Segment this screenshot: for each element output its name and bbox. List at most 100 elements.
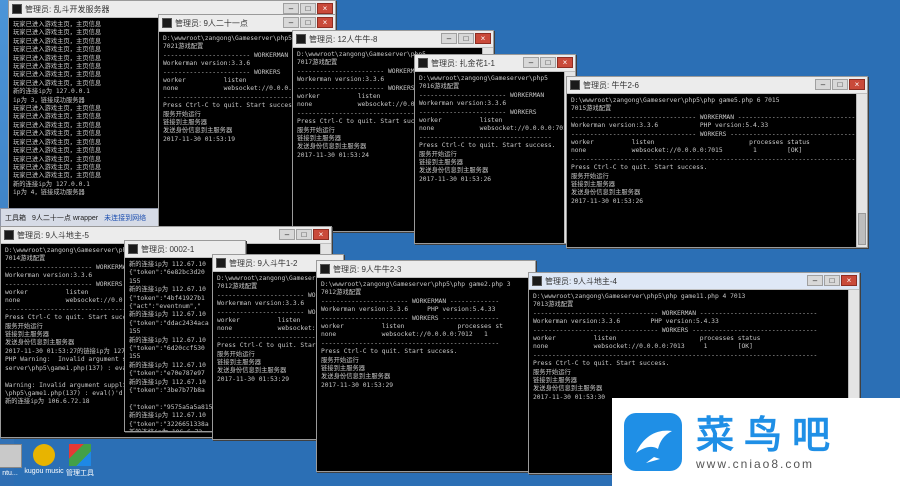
console-line: 发送身份信息到主服务器 bbox=[321, 373, 391, 381]
console-line: 2017-11-30 01:53:29 bbox=[321, 381, 394, 389]
maximize-button[interactable]: □ bbox=[832, 79, 848, 90]
maximize-button[interactable]: □ bbox=[824, 275, 840, 286]
console-line: worker listen processes status bbox=[571, 139, 810, 147]
window-title: 管理员: 9人斗地主-5 bbox=[17, 230, 90, 240]
maximize-button[interactable]: □ bbox=[300, 17, 316, 28]
cmd-icon bbox=[418, 58, 428, 68]
brand-name: 菜鸟吧 bbox=[696, 412, 841, 457]
window-title: 管理员: 9人二十一点 bbox=[175, 18, 248, 28]
kugou-icon bbox=[33, 444, 55, 466]
scrollbar-thumb[interactable] bbox=[858, 213, 866, 245]
window-title: 管理员: 9人斗牛1-2 bbox=[229, 258, 298, 268]
window-title: 管理员: 扎金花1-1 bbox=[431, 58, 496, 68]
minimize-button[interactable]: – bbox=[283, 3, 299, 14]
taskbar-left-label[interactable]: 工具箱 bbox=[5, 213, 26, 223]
maximize-button[interactable]: □ bbox=[300, 3, 316, 14]
console-line: Workerman version:3.3.6 PHP version:5.4.… bbox=[571, 122, 769, 130]
console-line: none websocket://0.0.0.0:7016 bbox=[419, 125, 565, 133]
title-bar[interactable]: 管理员: 牛牛2-6 – □ × bbox=[567, 77, 867, 94]
maximize-button[interactable]: □ bbox=[458, 33, 474, 44]
console-line: ----------------------- WORKERMAN ------… bbox=[321, 297, 500, 305]
close-button[interactable]: × bbox=[475, 33, 491, 44]
desktop-icon-label: kugou music bbox=[24, 468, 64, 475]
console-line: 发送身份信息到主服务器 bbox=[419, 167, 489, 175]
desktop-icon-3[interactable]: 管理工具 bbox=[60, 444, 100, 478]
close-button[interactable]: × bbox=[317, 17, 333, 28]
brand-url: www.cniao8.com bbox=[696, 457, 815, 471]
console-line: Workerman version:3.3.6 PHP version:5.4.… bbox=[321, 306, 496, 314]
window-title: 管理员: 12人牛牛-8 bbox=[309, 34, 378, 44]
console-line: worker listen processes st bbox=[321, 323, 503, 331]
console-line: 发送身份信息到主服务器 bbox=[571, 189, 641, 197]
vertical-scrollbar[interactable] bbox=[856, 94, 867, 247]
console-window-9[interactable]: 管理员: 9人牛牛2-3 D:\wwwroot\zangong\Gameserv… bbox=[316, 260, 536, 472]
window-title: 管理员: 乱斗开发服务器 bbox=[25, 4, 110, 14]
site-watermark: 菜鸟吧 www.cniao8.com bbox=[612, 398, 900, 486]
desktop-icon-label: 管理工具 bbox=[66, 470, 94, 477]
bird-logo-icon bbox=[624, 413, 682, 471]
console-line: none websocket://0.0.0.0:7012 1 bbox=[321, 331, 488, 339]
console-line: Workerman version:3.3.6 PHP version:5.4.… bbox=[533, 318, 719, 326]
console-line: 服务开始运行 bbox=[571, 172, 609, 180]
minimize-button[interactable]: – bbox=[283, 17, 299, 28]
console-line: ----------------------- WORKERS --------… bbox=[321, 314, 500, 322]
close-button[interactable]: × bbox=[313, 229, 329, 240]
cmd-icon bbox=[128, 244, 138, 254]
maximize-button[interactable]: □ bbox=[296, 229, 312, 240]
toolbox-icon bbox=[69, 444, 91, 466]
taskbar-network-status[interactable]: 未连接到网络 bbox=[104, 213, 146, 223]
minimize-button[interactable]: – bbox=[279, 229, 295, 240]
minimize-button[interactable]: – bbox=[815, 79, 831, 90]
cmd-icon bbox=[532, 276, 542, 286]
close-button[interactable]: × bbox=[557, 57, 573, 68]
window-title: 管理员: 牛牛2-6 bbox=[583, 80, 640, 90]
console-line: D:\wwwroot\zangong\Gameserver\php5\php g… bbox=[533, 293, 746, 300]
close-button[interactable]: × bbox=[841, 275, 857, 286]
console-line: worker listen bbox=[419, 117, 503, 125]
console-line: ----------------------------------------… bbox=[533, 351, 818, 359]
title-bar[interactable]: 管理员: 12人牛牛-8 – □ × bbox=[293, 31, 493, 48]
cmd-icon bbox=[162, 18, 172, 28]
console-line: ----------------------------------------… bbox=[571, 155, 857, 163]
title-bar[interactable]: 管理员: 9人牛牛2-3 bbox=[317, 261, 535, 278]
console-line: --------------------------------- WORKER… bbox=[571, 130, 857, 138]
cmd-icon bbox=[570, 80, 580, 90]
console-line: 服务开始运行 bbox=[321, 356, 359, 364]
console-line: 服务开始运行 bbox=[533, 368, 571, 376]
minimize-button[interactable]: – bbox=[441, 33, 457, 44]
desktop-icon-2[interactable]: kugou music bbox=[24, 444, 64, 475]
console-line: none websocket://0.0.0.0:7015 1 [OK] bbox=[571, 147, 803, 155]
console-line: 2017-11-30 01:53:26 bbox=[419, 175, 492, 183]
console-line: --------------------------------- WORKER… bbox=[533, 326, 818, 334]
title-bar[interactable]: 管理员: 9人斗地主-4 – □ × bbox=[529, 273, 859, 290]
cmd-icon bbox=[4, 230, 14, 240]
minimize-button[interactable]: – bbox=[523, 57, 539, 68]
console-line: Press Ctrl-C to quit. Start success. bbox=[533, 360, 670, 368]
console-line: ----------------------------------------… bbox=[321, 339, 500, 347]
window-title: 管理员: 9人斗地主-4 bbox=[545, 276, 618, 286]
console-output: D:\wwwroot\zangong\Gameserver\php5\php g… bbox=[567, 94, 857, 247]
window-title: 管理员: 0002-1 bbox=[141, 244, 195, 254]
console-line: 7016游戏配置 bbox=[419, 83, 460, 91]
console-line: none websocket://0.0.0.0:7013 1 [OK] bbox=[533, 343, 753, 351]
maximize-button[interactable]: □ bbox=[540, 57, 556, 68]
console-line: 2017-11-30 01:53:26 bbox=[571, 197, 644, 205]
console-window-5[interactable]: 管理员: 牛牛2-6 – □ × D:\wwwroot\zangong\Game… bbox=[566, 76, 868, 248]
console-line: Press Ctrl-C to quit. Start success. bbox=[321, 348, 458, 356]
console-window-4[interactable]: 管理员: 扎金花1-1 – □ × D:\wwwroot\zangong\Gam… bbox=[414, 54, 576, 244]
console-line: --------------------------------- WORKER… bbox=[571, 113, 857, 121]
console-line: 7015游戏配置 bbox=[571, 105, 612, 113]
minimize-button[interactable]: – bbox=[807, 275, 823, 286]
cmd-icon bbox=[12, 4, 22, 14]
close-button[interactable]: × bbox=[317, 3, 333, 14]
console-line: ----------------------- WORKERMAN bbox=[419, 91, 545, 99]
title-bar[interactable]: 管理员: 扎金花1-1 – □ × bbox=[415, 55, 575, 72]
taskbar-mid-label[interactable]: 9人二十一点 wrapper bbox=[32, 213, 98, 223]
taskbar-fragment: 工具箱 9人二十一点 wrapper 未连接到网络 bbox=[0, 208, 160, 228]
console-line: --------------------------------- WORKER… bbox=[533, 309, 818, 317]
console-line: 7012游戏配置 bbox=[321, 289, 362, 297]
cmd-icon bbox=[296, 34, 306, 44]
close-button[interactable]: × bbox=[849, 79, 865, 90]
window-title: 管理员: 9人牛牛2-3 bbox=[333, 264, 402, 274]
console-line: Workerman version:3.3.6 bbox=[419, 100, 507, 108]
